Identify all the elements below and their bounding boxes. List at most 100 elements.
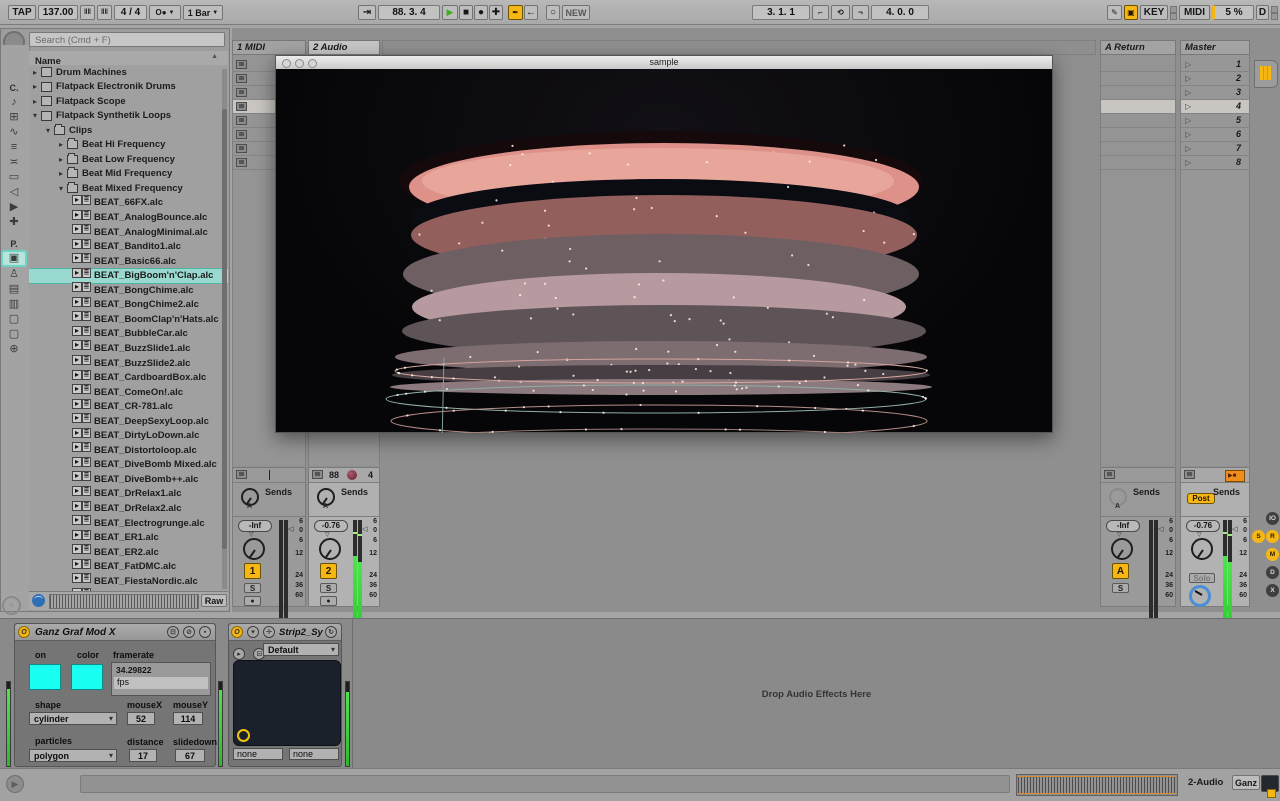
browser-tree-item[interactable]: ▾Clips bbox=[29, 123, 228, 137]
scene-fire-icon[interactable]: ▷ bbox=[1185, 88, 1191, 97]
preview-preset-icon[interactable]: ▸ bbox=[233, 648, 245, 660]
track-stop-button[interactable] bbox=[1104, 470, 1115, 479]
loop-length-display[interactable]: 4. 0. 0 bbox=[871, 5, 929, 20]
fold-device-icon[interactable]: ▾ bbox=[247, 626, 259, 638]
scene-fire-icon[interactable]: ▷ bbox=[1185, 158, 1191, 167]
folder-icon[interactable]: ▢ bbox=[2, 312, 26, 327]
cue-volume-knob[interactable] bbox=[1189, 585, 1211, 607]
automation-arm-button[interactable]: ✒ bbox=[508, 5, 523, 20]
disclosure-triangle-icon[interactable]: ▸ bbox=[59, 140, 67, 149]
solo-button[interactable]: S bbox=[1112, 583, 1129, 593]
drums-icon[interactable]: ⊞ bbox=[2, 110, 26, 125]
clip-stop-button[interactable] bbox=[236, 144, 247, 153]
particles-dropdown[interactable]: polygon bbox=[29, 749, 117, 762]
ganz-color-toggle[interactable] bbox=[71, 664, 103, 690]
clip-slot[interactable] bbox=[1101, 156, 1175, 170]
browser-tree-item[interactable]: ▾Beat Mixed Frequency bbox=[29, 181, 228, 195]
disclosure-triangle-icon[interactable]: ▸ bbox=[59, 155, 67, 164]
stop-button[interactable]: ■ bbox=[459, 5, 473, 20]
scene-fire-icon[interactable]: ▷ bbox=[1185, 116, 1191, 125]
device-ganz-graf[interactable]: O Ganz Graf Mod X ⊟ ⊘ ▪ on color framera… bbox=[14, 623, 216, 767]
browser-file-item[interactable]: BEAT_DrRelax2.alc bbox=[29, 502, 228, 516]
save-preset-icon[interactable]: ⊟ bbox=[167, 626, 179, 638]
window-minimize-icon[interactable] bbox=[295, 59, 304, 68]
corner-resize-handle[interactable] bbox=[1267, 789, 1276, 798]
shape-dropdown[interactable]: cylinder bbox=[29, 712, 117, 725]
punch-out-icon[interactable]: ¬ bbox=[852, 5, 869, 20]
scene-slot[interactable]: ▷8 bbox=[1181, 156, 1249, 170]
key-map-button[interactable]: KEY bbox=[1140, 5, 1168, 20]
browser-file-item[interactable]: BEAT_BongChime2.alc bbox=[29, 298, 228, 312]
browser-tree-item[interactable]: ▸Flatpack Electronik Drums bbox=[29, 80, 228, 94]
device-strip2sy[interactable]: O ▾ ✛ Strip2_Sy ↻ ▸ ⊟ Default none none bbox=[228, 623, 342, 767]
max-for-live-icon[interactable]: ▭ bbox=[2, 170, 26, 185]
store-icon[interactable]: ▪ bbox=[199, 626, 211, 638]
clip-slot[interactable] bbox=[1101, 128, 1175, 142]
mixer-toggle-io[interactable]: IO bbox=[1266, 512, 1279, 525]
edit-max-icon[interactable]: ✛ bbox=[263, 626, 275, 638]
browser-file-item[interactable]: BEAT_DiveBomb Mixed.alc bbox=[29, 458, 228, 472]
window-close-icon[interactable] bbox=[282, 59, 291, 68]
clip-slot[interactable] bbox=[1101, 114, 1175, 128]
packs-icon[interactable]: ▣ bbox=[2, 251, 26, 266]
browser-file-item[interactable]: BEAT_66FX.alc bbox=[29, 196, 228, 210]
midi-map-button[interactable]: MIDI bbox=[1179, 5, 1210, 20]
disclosure-triangle-icon[interactable]: ▾ bbox=[46, 126, 54, 135]
mixer-io-tab[interactable] bbox=[1254, 60, 1278, 88]
nudge-down-button[interactable]: ‖‖ bbox=[80, 5, 95, 20]
ganz-title-bar[interactable]: O Ganz Graf Mod X ⊟ ⊘ ▪ bbox=[15, 624, 215, 641]
scene-slot[interactable]: ▷7 bbox=[1181, 142, 1249, 156]
sample-window[interactable]: sample bbox=[275, 55, 1053, 433]
browser-tree-item[interactable]: ▸Beat Mid Frequency bbox=[29, 167, 228, 181]
clip-slot[interactable] bbox=[1101, 100, 1175, 114]
clips-icon[interactable]: ▶ bbox=[2, 200, 26, 215]
follow-button[interactable]: ⇥ bbox=[358, 5, 376, 20]
mousey-value[interactable]: 114 bbox=[173, 712, 203, 725]
search-input[interactable]: Search (Cmd + F) bbox=[29, 32, 225, 47]
folder-icon[interactable]: ▥ bbox=[2, 297, 26, 312]
current-device-button[interactable]: Ganz bbox=[1232, 775, 1260, 790]
disclosure-triangle-icon[interactable]: ▸ bbox=[59, 169, 67, 178]
clip-stop-button[interactable] bbox=[236, 74, 247, 83]
pan-knob[interactable] bbox=[319, 538, 341, 560]
post-toggle-button[interactable]: Post bbox=[1187, 493, 1215, 504]
browser-file-item[interactable]: BEAT_AnalogBounce.alc bbox=[29, 211, 228, 225]
scene-slot[interactable]: ▷5 bbox=[1181, 114, 1249, 128]
map-slot-2[interactable]: none bbox=[289, 748, 339, 760]
mixer-toggle-r[interactable]: R bbox=[1266, 530, 1279, 543]
clip-stop-button[interactable] bbox=[236, 116, 247, 125]
device-drop-zone[interactable]: Drop Audio Effects Here bbox=[352, 619, 1280, 769]
browser-file-item[interactable]: BEAT_FatDMC.alc bbox=[29, 560, 228, 574]
browser-file-item[interactable]: BEAT_Distortoloop.alc bbox=[29, 443, 228, 457]
mixer-toggle-s[interactable]: S bbox=[1252, 530, 1265, 543]
hot-swap-preset-icon[interactable]: ⊘ bbox=[183, 626, 195, 638]
browser-file-item[interactable]: BEAT_DrRelax1.alc bbox=[29, 487, 228, 501]
scene-fire-icon[interactable]: ▷ bbox=[1185, 144, 1191, 153]
clip-slot[interactable] bbox=[1101, 58, 1175, 72]
browser-file-item[interactable]: BEAT_BigBoom'n'Clap.alc bbox=[29, 269, 228, 283]
punch-in-position-display[interactable]: 3. 1. 1 bbox=[752, 5, 810, 20]
solo-button[interactable]: S bbox=[320, 583, 337, 593]
window-zoom-icon[interactable] bbox=[308, 59, 317, 68]
browser-file-item[interactable]: BEAT_CR-781.alc bbox=[29, 400, 228, 414]
browser-file-item[interactable]: BEAT_ER1.alc bbox=[29, 531, 228, 545]
scene-fire-icon[interactable]: ▷ bbox=[1185, 60, 1191, 69]
raw-button[interactable]: Raw bbox=[201, 594, 227, 607]
track-activator-button[interactable]: 2 bbox=[320, 563, 337, 579]
track-stop-button[interactable] bbox=[236, 470, 247, 479]
browser-file-item[interactable]: BEAT_BubbleCar.alc bbox=[29, 327, 228, 341]
map-slot-1[interactable]: none bbox=[233, 748, 283, 760]
sounds-icon[interactable]: ♪ bbox=[2, 95, 26, 110]
loop-button[interactable]: ⟲ bbox=[831, 5, 850, 20]
browser-scrollbar[interactable] bbox=[222, 69, 227, 589]
volume-display[interactable]: -Inf bbox=[238, 520, 272, 532]
sample-window-titlebar[interactable]: sample bbox=[276, 56, 1052, 70]
stop-all-clips-button[interactable]: ▶■ bbox=[1225, 470, 1245, 482]
overdub-button[interactable]: ✚ bbox=[489, 5, 503, 20]
track-activator-button[interactable]: 1 bbox=[244, 563, 261, 579]
browser-file-item[interactable]: BEAT_Electrogrunge.alc bbox=[29, 516, 228, 530]
clip-slot[interactable] bbox=[1101, 72, 1175, 86]
browser-scrollbar-thumb[interactable] bbox=[222, 109, 227, 549]
pan-knob[interactable] bbox=[243, 538, 265, 560]
browser-file-item[interactable]: BEAT_CardboardBox.alc bbox=[29, 371, 228, 385]
